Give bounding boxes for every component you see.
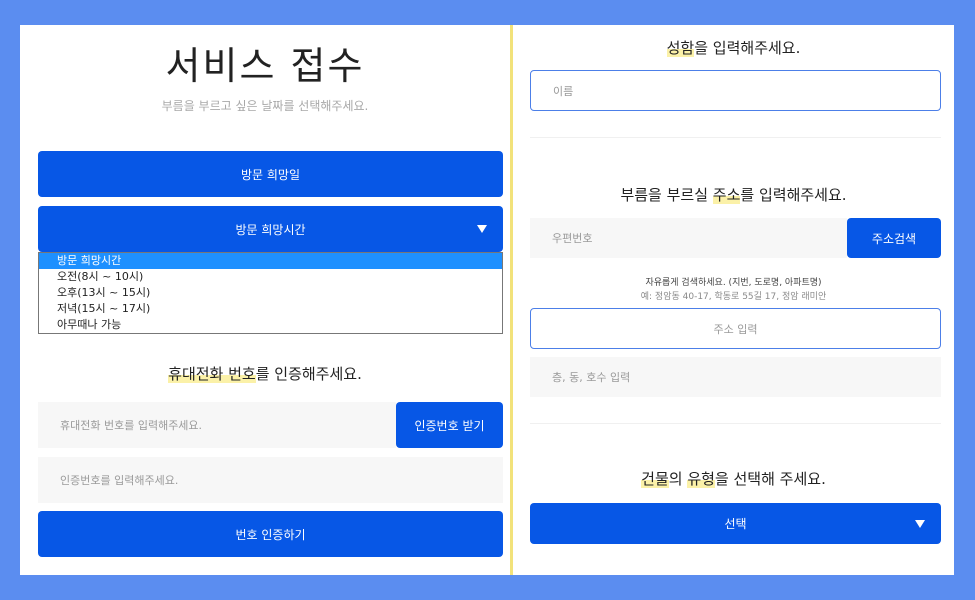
time-option[interactable]: 아무때나 가능 — [39, 317, 502, 333]
page-title: 서비스 접수 — [165, 44, 365, 88]
building-heading-highlight-1: 건물 — [641, 470, 669, 488]
page-subtitle: 부름을 부르고 싶은 날짜를 선택해주세요. — [161, 99, 369, 113]
service-form-panel: 서비스 접수 부름을 부르고 싶은 날짜를 선택해주세요. 방문 희망일 방문 … — [20, 25, 510, 575]
section-divider — [530, 137, 941, 138]
address-heading-pre: 부름을 부르실 — [620, 186, 713, 204]
address-heading-highlight: 주소 — [712, 186, 741, 204]
code-input[interactable]: 인증번호를 입력해주세요. — [38, 457, 503, 503]
verify-label: 번호 인증하기 — [235, 527, 306, 542]
section-divider — [530, 423, 941, 424]
time-option[interactable]: 오전(8시 ~ 10시) — [39, 269, 502, 285]
address-heading: 부름을 부르실 주소를 입력해주세요. — [513, 184, 954, 205]
name-placeholder: 이름 — [553, 84, 574, 98]
building-heading: 건물의 유형을 선택해 주세요. — [513, 468, 954, 489]
name-heading: 성함을 입력해주세요. — [513, 37, 954, 58]
address-input-placeholder: 주소 입력 — [713, 322, 758, 336]
name-heading-highlight: 성함 — [666, 39, 695, 57]
chevron-down-icon — [477, 225, 487, 233]
phone-heading-text: 를 인증해주세요. — [255, 365, 362, 383]
address-example: 예: 정암동 40-17, 학동로 55길 17, 정암 래미안 — [640, 292, 827, 302]
address-heading-text: 를 입력해주세요. — [740, 186, 847, 204]
name-input[interactable]: 이름 — [530, 70, 941, 111]
customer-info-panel: 성함을 입력해주세요. 이름 부름을 부르실 주소를 입력해주세요. 우편번호 … — [513, 25, 954, 575]
visit-date-button[interactable]: 방문 희망일 — [38, 151, 503, 197]
phone-heading-highlight: 휴대전화 번호 — [168, 365, 256, 383]
address-input[interactable]: 주소 입력 — [530, 308, 941, 349]
code-placeholder: 인증번호를 입력해주세요. — [60, 474, 179, 487]
address-search-button[interactable]: 주소검색 — [847, 218, 941, 258]
visit-date-label: 방문 희망일 — [240, 167, 300, 182]
address-detail-input[interactable]: 층, 동, 호수 입력 — [530, 357, 941, 397]
time-option[interactable]: 저녁(15시 ~ 17시) — [39, 301, 502, 317]
visit-time-label: 방문 희망시간 — [235, 222, 306, 237]
verify-button[interactable]: 번호 인증하기 — [38, 511, 503, 557]
get-code-label: 인증번호 받기 — [414, 418, 485, 433]
phone-input[interactable]: 휴대전화 번호를 입력해주세요. — [38, 402, 396, 448]
building-type-select[interactable]: 선택 — [530, 503, 941, 544]
phone-placeholder: 휴대전화 번호를 입력해주세요. — [60, 419, 203, 432]
chevron-down-icon — [915, 519, 925, 528]
building-heading-mid: 의 — [668, 470, 688, 488]
zipcode-placeholder: 우편번호 — [552, 232, 593, 245]
visit-time-options: 방문 희망시간 오전(8시 ~ 10시) 오후(13시 ~ 15시) 저녁(15… — [38, 252, 503, 334]
zipcode-input[interactable]: 우편번호 — [530, 218, 847, 258]
address-note: 자유롭게 검색하세요. (지번, 도로명, 아파트명) — [645, 278, 822, 288]
name-heading-text: 을 입력해주세요. — [694, 39, 801, 57]
time-option[interactable]: 방문 희망시간 — [39, 253, 502, 269]
phone-heading: 휴대전화 번호를 인증해주세요. — [20, 363, 510, 384]
address-search-label: 주소검색 — [871, 231, 917, 246]
get-code-button[interactable]: 인증번호 받기 — [396, 402, 503, 448]
building-type-label: 선택 — [724, 517, 747, 531]
time-option[interactable]: 오후(13시 ~ 15시) — [39, 285, 502, 301]
visit-time-select[interactable]: 방문 희망시간 — [38, 206, 503, 252]
building-heading-text: 을 선택해 주세요. — [714, 470, 826, 488]
detail-placeholder: 층, 동, 호수 입력 — [552, 371, 631, 384]
building-heading-highlight-2: 유형 — [687, 470, 715, 488]
